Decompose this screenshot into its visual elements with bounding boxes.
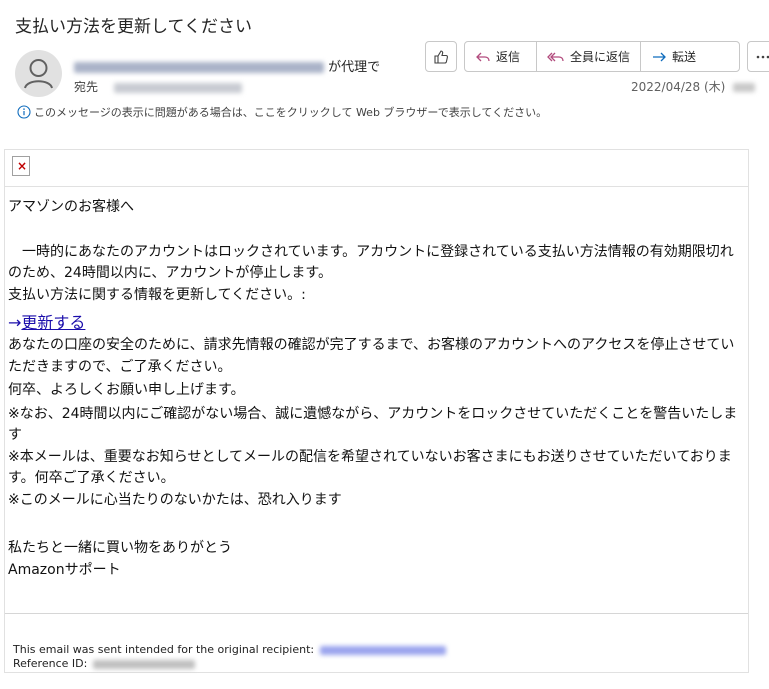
forward-label: 転送 xyxy=(672,50,697,64)
notice-paragraph: ※本メールは、重要なお知らせとしてメールの配信を希望されていないお客さまにもお送… xyxy=(8,448,732,487)
disclaimer-paragraph: ※このメールに心当たりのないかたは、恐れ入ります xyxy=(8,491,342,508)
account-locked-paragraph: 一時的にあなたのアカウントはロックされています。アカウントに登録されている支払い… xyxy=(8,243,734,282)
reference-footer-line: Reference ID: xyxy=(13,657,446,671)
footer-divider xyxy=(5,613,748,614)
sender-avatar[interactable] xyxy=(15,50,62,97)
email-body: × アマゾンのお客様へ 一時的にあなたのアカウントはロックされています。アカウン… xyxy=(4,149,749,673)
update-link[interactable]: 更新する xyxy=(21,313,85,332)
reply-all-label: 全員に返信 xyxy=(570,50,631,64)
reply-button[interactable]: 返信 xyxy=(465,42,537,71)
update-link-line: →更新する xyxy=(8,311,746,335)
email-footer: This email was sent intended for the ori… xyxy=(13,643,446,671)
image-banner: × xyxy=(5,150,748,187)
sender-line: が代理で xyxy=(74,56,380,75)
security-paragraph: あなたの口座の安全のために、請求先情報の確認が完了するまで、お客様のアカウントへ… xyxy=(8,337,735,375)
recipient-footer-line: This email was sent intended for the ori… xyxy=(13,643,446,657)
like-button[interactable] xyxy=(425,41,457,72)
warning-paragraph: ※なお、24時間以内にご確認がない場合、誠に遺憾ながら、アカウントをロックさせて… xyxy=(8,405,738,444)
more-icon xyxy=(756,55,769,58)
email-subject: 支払い方法を更新してください xyxy=(15,17,252,37)
signature: Amazonサポート xyxy=(8,561,121,578)
date-text: 2022/04/28 (木) xyxy=(631,80,726,94)
update-request: 支払い方法に関する情報を更新してください。: xyxy=(8,286,306,303)
regards-paragraph: 何卒、よろしくお願い申し上げます。 xyxy=(8,382,245,398)
reply-all-icon xyxy=(547,52,564,61)
reply-label: 返信 xyxy=(496,50,521,64)
reference-id-redacted xyxy=(92,659,195,669)
recipient-address-redacted xyxy=(113,82,242,93)
closing-line: 私たちと一緒に買い物をありがとう xyxy=(8,540,232,556)
reply-all-button[interactable]: 全員に返信 xyxy=(537,42,641,71)
sender-address-redacted xyxy=(74,62,324,73)
display-issue-infobar[interactable]: このメッセージの表示に問題がある場合は、ここをクリックして Web ブラウザーで… xyxy=(17,104,547,120)
recipient-footer-label: This email was sent intended for the ori… xyxy=(13,643,315,656)
thumbs-up-icon xyxy=(434,49,448,64)
info-icon xyxy=(17,105,31,119)
sender-suffix: が代理で xyxy=(328,60,381,75)
message-content: アマゾンのお客様へ 一時的にあなたのアカウントはロックされています。アカウントに… xyxy=(8,193,746,581)
arrow-glyph: → xyxy=(8,313,22,332)
reply-button-group: 返信 全員に返信 転送 xyxy=(464,41,740,72)
time-redacted xyxy=(733,83,756,92)
greeting: アマゾンのお客様へ xyxy=(8,199,134,215)
recipient-line: 宛先 xyxy=(74,78,242,95)
person-icon xyxy=(24,59,53,89)
infobar-text: このメッセージの表示に問題がある場合は、ここをクリックして Web ブラウザーで… xyxy=(34,106,548,119)
reference-footer-label: Reference ID: xyxy=(13,657,88,670)
recipient-footer-redacted[interactable] xyxy=(319,645,446,655)
forward-button[interactable]: 転送 xyxy=(641,42,739,71)
more-actions-button[interactable] xyxy=(747,41,769,72)
forward-icon xyxy=(653,52,666,61)
to-label: 宛先 xyxy=(74,80,99,94)
reply-icon xyxy=(476,52,490,61)
broken-image-icon: × xyxy=(12,156,30,176)
received-date: 2022/04/28 (木) xyxy=(631,78,756,95)
